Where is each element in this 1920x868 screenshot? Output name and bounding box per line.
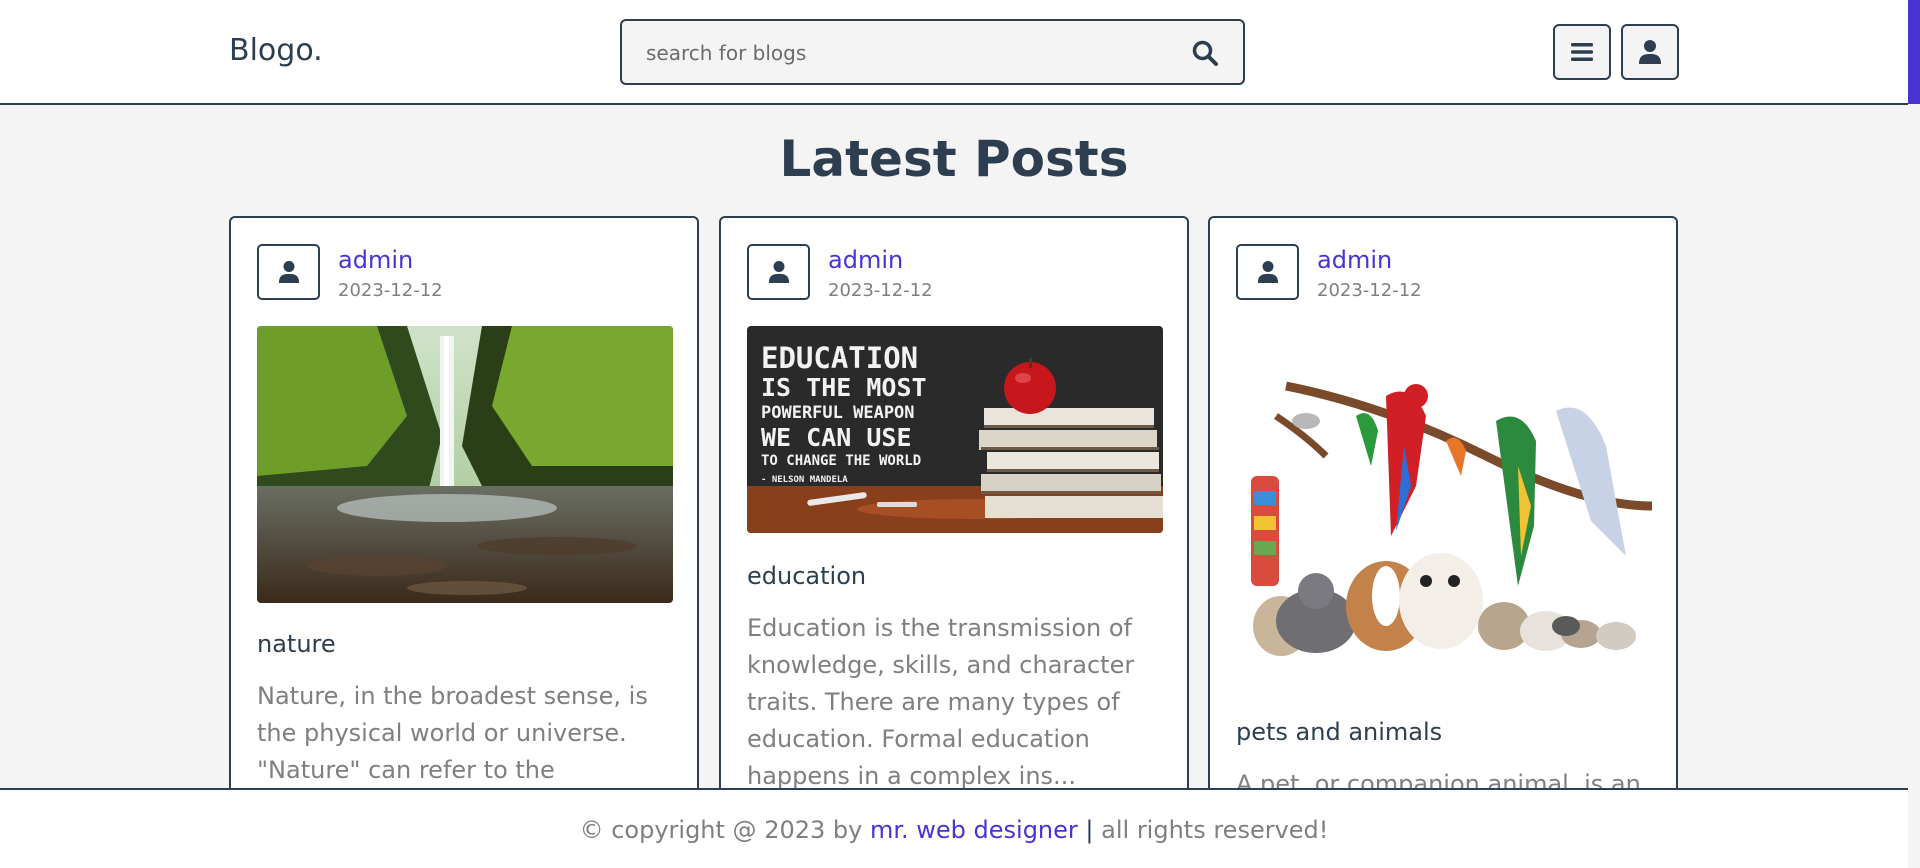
post-date: 2023-12-12 (1317, 280, 1422, 301)
footer-author-link[interactable]: mr. web designer (870, 816, 1078, 844)
post-date: 2023-12-12 (828, 280, 933, 301)
search-form (620, 19, 1245, 85)
post-author-link[interactable]: admin (1317, 246, 1392, 274)
post-image-pets[interactable] (1236, 326, 1652, 676)
user-icon (278, 261, 299, 283)
avatar (747, 244, 810, 300)
chalk-line-2: IS THE MOST (761, 373, 927, 402)
footer-copyright-suffix: all rights reserved! (1093, 816, 1329, 844)
post-author-link[interactable]: admin (828, 246, 903, 274)
footer-copyright-prefix: © copyright @ 2023 by (579, 816, 870, 844)
footer-separator: | (1085, 816, 1094, 844)
post-author-link[interactable]: admin (338, 246, 413, 274)
post-title[interactable]: nature (257, 630, 336, 658)
page-title: Latest Posts (779, 130, 1129, 188)
site-footer: © copyright @ 2023 by mr. web designer |… (0, 788, 1908, 868)
post-image-education[interactable]: EDUCATION IS THE MOST POWERFUL WEAPON WE… (747, 326, 1163, 533)
search-icon (1192, 40, 1218, 66)
post-excerpt: Education is the transmission of knowled… (747, 614, 1135, 790)
post-image-waterfall[interactable] (257, 326, 673, 603)
search-button[interactable] (1191, 39, 1221, 69)
post-card: admin 2023-12-12 EDUCATION IS THE MOST P… (719, 216, 1189, 816)
menu-button[interactable] (1553, 24, 1611, 80)
chalk-line-4: WE CAN USE (761, 423, 912, 452)
chalk-line-1: EDUCATION (761, 341, 918, 375)
post-card: admin 2023-12-12 pets and animals A pet,… (1208, 216, 1678, 816)
user-icon (1257, 261, 1278, 283)
post-title[interactable]: education (747, 562, 866, 590)
post-card: admin 2023-12-12 nature Nature, in the b… (229, 216, 699, 816)
site-header: Blogo. (0, 0, 1908, 105)
post-title[interactable]: pets and animals (1236, 718, 1442, 746)
user-icon (1639, 40, 1661, 64)
chalk-line-5: TO CHANGE THE WORLD (761, 453, 921, 469)
scrollbar-accent[interactable] (1908, 0, 1920, 104)
menu-icon (1571, 43, 1593, 61)
post-excerpt: Nature, in the broadest sense, is the ph… (257, 682, 648, 784)
avatar (257, 244, 320, 300)
avatar (1236, 244, 1299, 300)
logo[interactable]: Blogo. (229, 33, 323, 68)
search-input[interactable] (646, 39, 1166, 67)
account-button[interactable] (1621, 24, 1679, 80)
post-date: 2023-12-12 (338, 280, 443, 301)
chalk-line-3: POWERFUL WEAPON (761, 403, 915, 423)
user-icon (768, 261, 789, 283)
chalk-line-6: - NELSON MANDELA (761, 475, 848, 485)
